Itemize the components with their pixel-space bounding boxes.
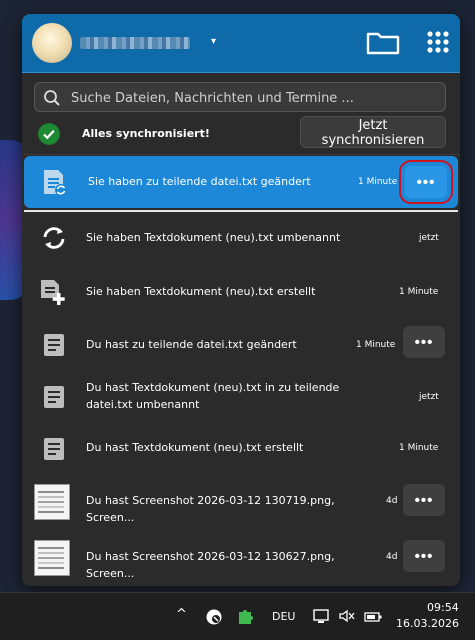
activity-text: Sie haben Textdokument (neu).txt umbenan…	[86, 231, 341, 244]
sync-status-text: Alles synchronisiert!	[82, 127, 210, 140]
show-hidden-icons-button[interactable]: ^	[176, 607, 187, 622]
file-add-icon	[41, 280, 65, 305]
more-options-button[interactable]: •••	[403, 326, 445, 358]
panel-header: ▾	[22, 14, 460, 73]
activity-text: Du hast Textdokument (neu).txt erstellt	[86, 441, 304, 454]
activity-row[interactable]: Sie haben Textdokument (neu).txt erstell…	[22, 266, 460, 316]
activity-text: Du hast Screenshot 2026-03-12 130719.png…	[86, 494, 335, 524]
activity-text: Du hast zu teilende datei.txt geändert	[86, 338, 297, 351]
clock-date[interactable]: 16.03.2026	[396, 617, 459, 630]
file-text-icon	[44, 438, 64, 460]
activity-row[interactable]: Du hast zu teilende datei.txt geändert 1…	[22, 320, 460, 370]
user-name-blurred[interactable]	[80, 37, 190, 49]
apps-grid-icon[interactable]	[426, 30, 450, 54]
activity-text: Du hast Screenshot 2026-03-12 130627.png…	[86, 550, 335, 580]
battery-icon[interactable]	[364, 607, 382, 625]
file-sync-icon	[44, 170, 67, 196]
more-options-button[interactable]: •••	[399, 160, 453, 204]
network-icon[interactable]	[312, 607, 330, 625]
user-avatar[interactable]	[32, 23, 72, 63]
clock-time[interactable]: 09:54	[427, 601, 459, 614]
volume-muted-icon[interactable]	[338, 607, 356, 625]
search-input[interactable]	[69, 83, 443, 113]
check-circle-icon	[38, 123, 60, 145]
language-indicator[interactable]: DEU	[272, 610, 295, 623]
activity-time: 4d	[386, 552, 398, 562]
image-thumbnail	[34, 540, 70, 576]
activity-text: Sie haben Textdokument (neu).txt erstell…	[86, 285, 316, 298]
sync-now-button[interactable]: Jetzt synchronisieren	[300, 116, 446, 148]
activity-row[interactable]: Du hast Screenshot 2026-03-12 130719.png…	[22, 478, 460, 528]
activity-text: Du hast Textdokument (neu).txt in zu tei…	[86, 381, 340, 411]
account-dropdown-icon[interactable]: ▾	[211, 36, 216, 47]
activity-row[interactable]: Du hast Textdokument (neu).txt erstellt …	[22, 424, 460, 474]
search-icon	[44, 90, 60, 106]
rename-sync-icon	[43, 227, 65, 249]
activity-text: Sie haben zu teilende datei.txt geändert	[88, 175, 311, 188]
puzzle-icon[interactable]	[236, 607, 254, 625]
taskbar: ^ DEU 09:54 16.03.2026	[0, 592, 475, 640]
activity-time: 4d	[386, 496, 398, 506]
nextcloud-tray-icon[interactable]	[205, 608, 223, 626]
activity-time: jetzt	[419, 233, 439, 243]
folder-icon[interactable]	[366, 31, 400, 55]
activity-time: 1 Minute	[399, 443, 439, 453]
search-box[interactable]	[34, 82, 446, 113]
file-text-icon	[44, 334, 64, 356]
activity-time: 1 Minute	[399, 287, 439, 297]
nextcloud-tray-panel: ▾ Alles synchronisiert! Jetzt synchronis…	[22, 14, 460, 586]
activity-row[interactable]: Du hast Screenshot 2026-03-12 130627.png…	[22, 534, 460, 584]
more-options-button[interactable]: •••	[403, 484, 445, 516]
activity-time: 1 Minute	[356, 340, 396, 350]
file-text-icon	[44, 386, 64, 408]
activity-time: 1 Minute	[358, 177, 398, 187]
divider	[22, 154, 460, 155]
more-options-button[interactable]: •••	[403, 540, 445, 572]
activity-row[interactable]: Sie haben Textdokument (neu).txt umbenan…	[22, 212, 460, 262]
activity-row[interactable]: Du hast Textdokument (neu).txt in zu tei…	[22, 372, 460, 422]
image-thumbnail	[34, 484, 70, 520]
activity-row[interactable]: Sie haben zu teilende datei.txt geändert…	[24, 156, 458, 208]
activity-time: jetzt	[419, 392, 439, 402]
